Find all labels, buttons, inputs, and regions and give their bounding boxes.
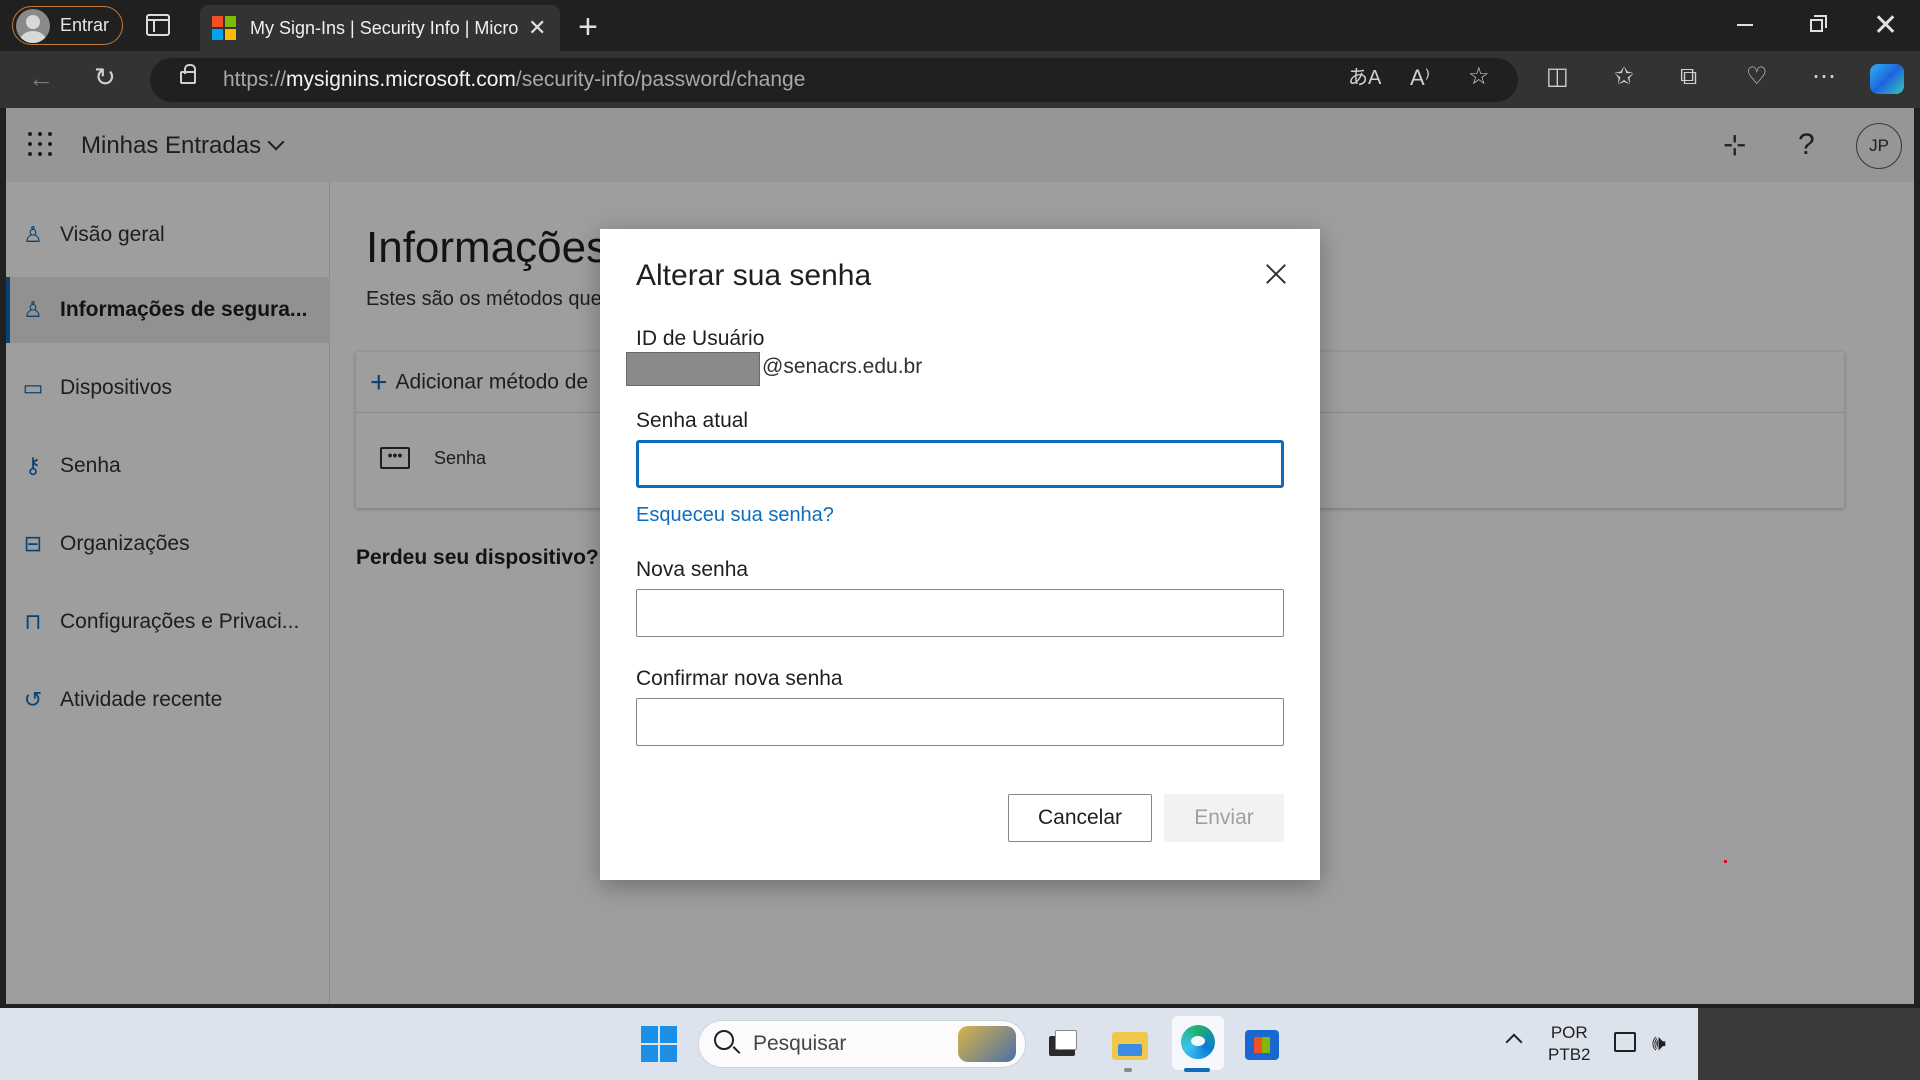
volume-icon[interactable]: 🕪 <box>1652 1030 1666 1056</box>
profile-avatar-icon <box>16 8 50 43</box>
submit-button[interactable]: Enviar <box>1164 794 1284 842</box>
user-id-domain: @senacrs.edu.br <box>762 355 923 378</box>
browser-toolbar: ← ↻ https://mysignins.microsoft.com/secu… <box>0 51 1920 108</box>
browser-tab-active[interactable]: My Sign-Ins | Security Info | Micro ✕ <box>200 5 560 51</box>
profile-button[interactable]: Entrar <box>12 6 123 45</box>
more-menu-icon[interactable]: ⋯ <box>1812 65 1836 89</box>
tab-close-icon[interactable]: ✕ <box>528 15 546 41</box>
window-minimize-icon[interactable] <box>1737 24 1753 26</box>
copilot-icon[interactable] <box>1870 64 1904 94</box>
change-password-dialog: Alterar sua senha ID de Usuário @senacrs… <box>600 229 1320 880</box>
split-screen-icon[interactable]: ◫ <box>1546 65 1569 89</box>
url-text[interactable]: https://mysignins.microsoft.com/security… <box>223 68 805 92</box>
user-id-label: ID de Usuário <box>636 327 765 350</box>
search-icon <box>714 1030 734 1050</box>
close-icon[interactable] <box>1260 259 1292 291</box>
dialog-title: Alterar sua senha <box>636 259 872 292</box>
confirm-password-input[interactable] <box>636 698 1284 746</box>
favorite-star-icon[interactable]: ☆ <box>1468 65 1490 89</box>
file-explorer-icon[interactable] <box>1108 1024 1150 1064</box>
app-active-indicator <box>1184 1068 1210 1072</box>
microsoft-store-icon[interactable] <box>1240 1024 1282 1064</box>
new-tab-icon[interactable]: + <box>578 8 598 47</box>
redacted-username <box>626 352 760 386</box>
profile-label: Entrar <box>60 15 110 35</box>
search-highlight-image[interactable] <box>958 1026 1016 1062</box>
window-restore-icon[interactable] <box>1810 15 1827 32</box>
browser-essentials-icon[interactable]: ♡ <box>1746 65 1768 89</box>
edge-browser-icon[interactable] <box>1172 1016 1224 1070</box>
windows-start-icon[interactable] <box>641 1026 677 1062</box>
tab-title: My Sign-Ins | Security Info | Micro <box>250 17 519 38</box>
forgot-password-link[interactable]: Esqueceu sua senha? <box>636 504 834 527</box>
lock-icon[interactable] <box>180 64 196 84</box>
tab-actions-icon[interactable] <box>146 14 170 36</box>
translate-icon[interactable]: あA <box>1348 68 1381 88</box>
cancel-button[interactable]: Cancelar <box>1008 794 1152 842</box>
browser-title-bar: Entrar My Sign-Ins | Security Info | Mic… <box>0 0 1920 51</box>
read-aloud-icon[interactable]: A⁾ <box>1410 67 1430 89</box>
collections-icon[interactable]: ⧉ <box>1680 65 1697 89</box>
app-running-indicator <box>1124 1068 1132 1072</box>
current-password-input[interactable] <box>636 440 1284 488</box>
back-arrow-icon[interactable]: ← <box>28 65 54 91</box>
new-password-input[interactable] <box>636 589 1284 637</box>
window-close-icon[interactable]: ✕ <box>1873 8 1898 43</box>
taskbar-right-area <box>1698 1008 1920 1080</box>
current-password-label: Senha atual <box>636 409 749 432</box>
refresh-icon[interactable]: ↻ <box>94 64 116 90</box>
new-password-label: Nova senha <box>636 558 749 581</box>
task-view-icon[interactable] <box>1040 1024 1082 1064</box>
web-page: Minhas Entradas ⊹ ? JP ♙ Visão geral ♙ I… <box>6 108 1914 1004</box>
microsoft-logo-icon <box>212 16 236 40</box>
taskbar-search-placeholder: Pesquisar <box>753 1032 847 1055</box>
network-icon[interactable] <box>1614 1032 1636 1052</box>
input-language-indicator[interactable]: POR PTB2 <box>1548 1022 1591 1066</box>
cursor-dot <box>1724 860 1727 863</box>
confirm-password-label: Confirmar nova senha <box>636 667 843 690</box>
favorites-icon[interactable]: ✩ <box>1614 65 1634 89</box>
